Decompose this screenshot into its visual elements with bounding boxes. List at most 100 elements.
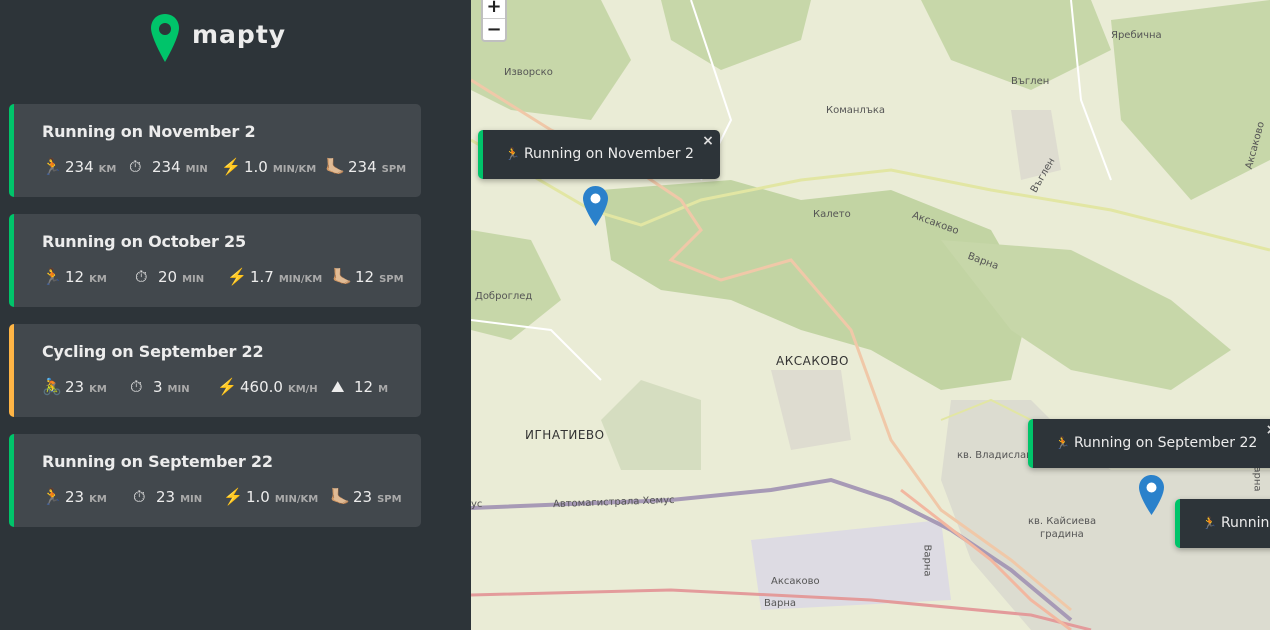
duration-unit: min [182,274,205,285]
zoom-out-button[interactable]: − [483,18,505,40]
detail-duration: ⏱ 20 min [135,267,204,287]
distance-unit: km [89,494,107,505]
cadence-value: 234 [348,158,377,176]
map-marker-icon[interactable] [1139,475,1164,515]
duration-unit: min [185,164,208,175]
map-label: ИГНАТИЕВО [525,428,605,442]
distance-unit: km [98,164,117,175]
detail-duration: ⏱ 3 min [130,377,190,397]
pace-unit: min/km [278,274,323,285]
zoom-in-button[interactable]: + [483,0,505,18]
workout-popup[interactable]: 🏃Running on September 22 × [1028,419,1270,468]
workout-item[interactable]: Running on September 22 🏃 23 km ⏱ 23 min ⚡️ 1… [9,434,421,527]
detail-duration: ⏱ 23 min [133,487,202,507]
duration-value: 20 [158,268,178,286]
detail-distance: 🏃 23 km [42,487,107,506]
runner-icon: 🏃 [42,487,62,506]
duration-unit: min [167,384,190,395]
duration-value: 3 [153,378,163,396]
map-pin-logo-icon [151,14,179,62]
pace-value: 1.0 [246,488,270,506]
cadence-value: 23 [353,488,373,506]
detail-distance: 🚴 23 km [42,377,107,396]
detail-pace: ⚡️ 1.0 min/km [221,157,316,176]
map[interactable]: + − Изворско Команлъка Яребична Въглен В… [471,0,1270,630]
popup-text: Running on September 22 [1073,435,1258,451]
workout-title: Running on October 25 [42,232,246,251]
sidebar: mapty Running on November 2 🏃 234 km ⏱ 234 m… [0,0,471,630]
map-tiles[interactable] [471,0,1270,630]
foot-icon: 🦶🏼 [325,157,345,176]
detail-elevation: ⛰ 12 m [331,377,388,397]
stopwatch-icon: ⏱ [129,157,142,176]
distance-value: 12 [65,268,85,286]
stopwatch-icon: ⏱ [130,377,143,396]
workout-item[interactable]: Running on October 25 🏃 12 km ⏱ 20 min ⚡️ 1.7… [9,214,421,307]
workout-title: Cycling on September 22 [42,342,264,361]
duration-unit: min [180,494,203,505]
mountain-icon: ⛰ [331,377,345,396]
map-marker-icon[interactable] [583,186,608,226]
speed-value: 460.0 [240,378,283,396]
workout-title: Running on September 22 [42,452,273,471]
workout-details: 🚴 23 km ⏱ 3 min ⚡️ 460.0 km/h ⛰ 12 m [42,377,421,399]
workout-details: 🏃 23 km ⏱ 23 min ⚡️ 1.0 min/km 🦶🏼 23 spm [42,487,421,509]
workout-item[interactable]: Running on November 2 🏃 234 km ⏱ 234 min ⚡️ 1… [9,104,421,197]
lightning-icon: ⚡️ [223,487,243,506]
detail-duration: ⏱ 234 min [129,157,208,177]
cadence-unit: spm [377,494,402,505]
distance-unit: km [89,274,107,285]
map-label: АКСАКОВО [776,354,849,368]
workout-list: Running on November 2 🏃 234 km ⏱ 234 min ⚡️ 1… [9,104,421,544]
popup-close-button[interactable]: × [1266,422,1270,438]
runner-icon: 🏃 [42,157,62,176]
detail-pace: ⚡️ 1.0 min/km [223,487,318,506]
map-label: кв. Владислав [957,450,1032,461]
map-label: Изворско [504,67,553,78]
detail-distance: 🏃 234 km [42,157,116,176]
foot-icon: 🦶🏼 [330,487,350,506]
detail-cadence: 🦶🏼 23 spm [330,487,402,506]
workout-details: 🏃 234 km ⏱ 234 min ⚡️ 1.0 min/km 🦶🏼 234 spm [42,157,421,179]
popup-close-button[interactable]: × [702,133,714,149]
detail-speed: ⚡️ 460.0 km/h [217,377,318,396]
workout-item[interactable]: Cycling on September 22 🚴 23 km ⏱ 3 min ⚡️ 46… [9,324,421,417]
workout-title: Running on November 2 [42,122,256,141]
map-label: Доброглед [475,291,533,302]
map-label: Въглен [1011,76,1050,87]
detail-distance: 🏃 12 km [42,267,107,286]
cadence-value: 12 [355,268,375,286]
foot-icon: 🦶🏼 [332,267,352,286]
stopwatch-icon: ⏱ [133,487,146,506]
distance-unit: km [89,384,107,395]
map-label: градина [1040,529,1084,540]
cadence-unit: spm [379,274,404,285]
map-label: ус [471,499,483,510]
map-label: Команлъка [826,105,886,116]
elevation-value: 12 [354,378,374,396]
map-label: Яребична [1111,30,1162,41]
speed-unit: km/h [287,384,318,395]
workout-details: 🏃 12 km ⏱ 20 min ⚡️ 1.7 min/km 🦶🏼 12 spm [42,267,421,289]
detail-cadence: 🦶🏼 12 spm [332,267,404,286]
logo: mapty [150,12,286,64]
map-label: Аксаково [771,576,820,587]
duration-value: 234 [152,158,181,176]
zoom-control: + − [481,0,507,42]
detail-pace: ⚡️ 1.7 min/km [227,267,322,286]
pace-value: 1.7 [250,268,274,286]
elevation-unit: m [378,384,389,395]
map-label: кв. Кайсиева [1028,516,1097,527]
map-label: Варна [921,544,933,577]
workout-popup[interactable]: 🏃Running [1175,499,1270,548]
detail-cadence: 🦶🏼 234 spm [325,157,406,176]
stopwatch-icon: ⏱ [135,267,148,286]
lightning-icon: ⚡️ [227,267,247,286]
workout-popup[interactable]: 🏃 Running on November 2 × [478,130,720,179]
cadence-unit: spm [381,164,407,175]
lightning-icon: ⚡️ [221,157,241,176]
runner-icon: 🏃 [1202,516,1217,530]
popup-text: Running [1220,515,1270,531]
lightning-icon: ⚡️ [217,377,237,396]
runner-icon: 🏃 [505,147,520,161]
